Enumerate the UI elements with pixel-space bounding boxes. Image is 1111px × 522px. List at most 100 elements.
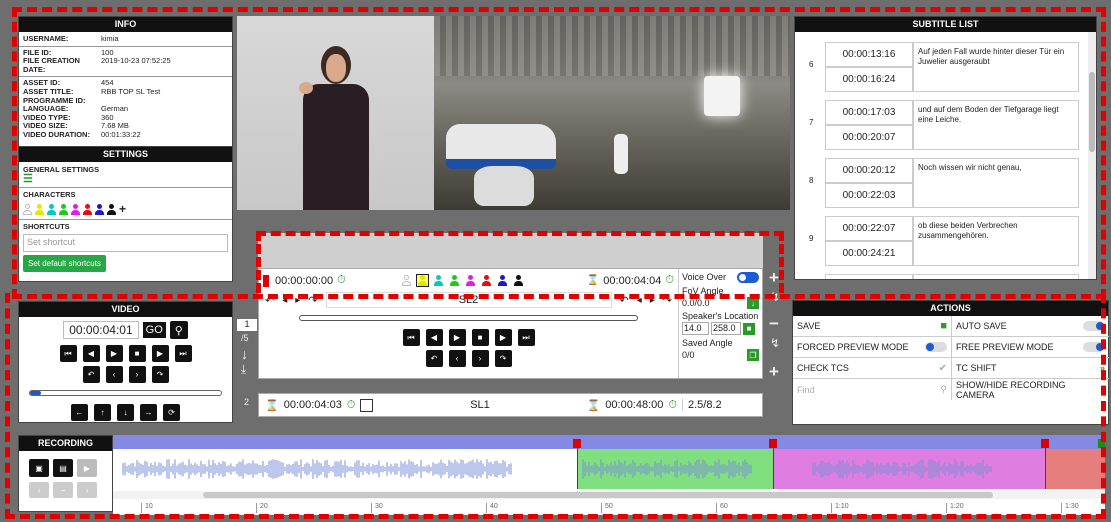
editor-character-option[interactable] — [400, 274, 413, 287]
subtitle-item[interactable]: 7 00:00:17:03 00:00:20:07 und auf dem Boden… — [795, 100, 1090, 152]
marker-2[interactable] — [769, 439, 777, 448]
voice-over-toggle[interactable] — [737, 272, 759, 283]
set-end-timer-icon[interactable]: ⏱ — [665, 274, 674, 287]
timeline[interactable]: 10 20 30 40 50 60 1:10 1:20 1:30 — [113, 435, 1105, 515]
editor-prev-icon[interactable]: ◀ — [425, 329, 443, 346]
character-icon[interactable] — [513, 275, 523, 286]
character-icon[interactable] — [497, 275, 507, 286]
marker-end[interactable] — [1098, 439, 1105, 448]
character-icon[interactable] — [401, 275, 411, 286]
editor-step-back2-icon[interactable]: ◂ — [637, 295, 642, 306]
editor-character-option[interactable] — [415, 274, 429, 287]
editor-character-option[interactable] — [496, 274, 509, 287]
video-time-input[interactable]: 00:00:04:01 — [63, 321, 139, 339]
find-input[interactable]: Find — [797, 385, 815, 395]
play-icon[interactable]: ▶ — [105, 345, 123, 362]
free-preview-toggle[interactable] — [1083, 342, 1105, 352]
subtitle-end[interactable]: 00:00:22:03 — [825, 183, 913, 208]
free-preview-row[interactable]: FREE PREVIEW MODE — [952, 337, 1109, 358]
arrow-right-icon[interactable]: → — [140, 404, 157, 421]
editor-step-back-icon[interactable]: ◂ — [282, 295, 287, 306]
set-start-timer-icon[interactable]: ⏱ — [337, 274, 346, 287]
character-icon[interactable] — [417, 275, 427, 286]
set-default-shortcuts-button[interactable]: Set default shortcuts — [23, 255, 106, 272]
copy-icon[interactable]: ❐ — [747, 349, 759, 361]
download-icon[interactable]: ↓ — [747, 297, 759, 309]
editor-slider[interactable] — [299, 315, 638, 321]
subtitle-item[interactable]: 6 00:00:13:16 00:00:16:24 Auf jeden Fall wu… — [795, 42, 1090, 94]
editor-frame-back-icon[interactable]: ‹ — [448, 350, 466, 367]
marker-1[interactable] — [573, 439, 581, 448]
forced-preview-row[interactable]: FORCED PREVIEW MODE — [793, 337, 952, 358]
speaker-y-input[interactable]: 258.0 — [711, 322, 741, 335]
stop-icon[interactable]: ■ — [128, 345, 146, 362]
subtitle-text[interactable]: und auf dem Boden der Tiefgarage liegt e… — [913, 100, 1079, 150]
end-time[interactable]: 00:00:04:04 — [603, 275, 661, 287]
subtitle-text[interactable]: Auf jeden Fall wurde hinter dieser Tür e… — [913, 42, 1079, 92]
arrow-down-icon[interactable]: ↓ — [117, 404, 134, 421]
subtitle-text[interactable]: ob diese beiden Verbrechen zusammengehör… — [913, 216, 1079, 266]
go-button[interactable]: GO — [142, 322, 166, 338]
subtitle-item[interactable]: 9 00:00:22:07 00:00:24:21 ob diese beiden V… — [795, 216, 1090, 268]
hamburger-icon[interactable]: ☰ — [23, 174, 228, 185]
subtitle-text[interactable] — [913, 274, 1079, 279]
shortcut-input[interactable]: Set shortcut — [23, 234, 228, 252]
auto-save-toggle-row[interactable]: AUTO SAVE — [952, 316, 1109, 337]
reset-icon[interactable]: ⟳ — [163, 404, 180, 421]
character-icon[interactable] — [465, 275, 475, 286]
subtitle-start[interactable]: 00:00:17:03 — [825, 100, 913, 125]
subtitle-end[interactable]: 00:00:20:07 — [825, 125, 913, 150]
character-icon[interactable] — [449, 275, 459, 286]
split-icon[interactable]: ↯ — [770, 290, 780, 304]
find-search-icon[interactable]: ⚲ — [940, 384, 947, 395]
subtitle-item[interactable]: 00:00:25:00 — [795, 274, 1090, 279]
editor-skip-start-icon[interactable]: ⏮ — [402, 329, 420, 346]
record-minus-icon[interactable]: − — [53, 482, 73, 498]
subtitle-start[interactable]: 00:00:22:07 — [825, 216, 913, 241]
auto-save-toggle[interactable] — [1083, 321, 1105, 331]
subtitle-text-field[interactable]: SL2 — [325, 292, 612, 308]
skip-end-icon[interactable]: ⏭ — [174, 345, 192, 362]
editor-character-option[interactable] — [512, 274, 525, 287]
forced-preview-toggle[interactable] — [925, 342, 947, 352]
editor-character-option[interactable] — [448, 274, 461, 287]
subtitle-end[interactable]: 00:00:16:24 — [825, 67, 913, 92]
editor-undo-icon[interactable]: ↶ — [265, 294, 274, 307]
marker-3[interactable] — [1041, 439, 1049, 448]
character-icon[interactable] — [83, 203, 92, 215]
editor-step-fwd-icon[interactable]: ▸ — [295, 295, 300, 306]
character-icon[interactable] — [95, 203, 104, 215]
editor-play-icon[interactable]: ▶ — [448, 329, 466, 346]
start-time[interactable]: 00:00:00:00 — [263, 274, 333, 287]
character-icon[interactable] — [35, 203, 44, 215]
show-hide-camera-button[interactable]: SHOW/HIDE RECORDING CAMERA — [952, 379, 1109, 400]
character-icon[interactable] — [481, 275, 491, 286]
redo-icon[interactable]: ↷ — [151, 366, 169, 383]
subtitle-item[interactable]: 8 00:00:20:12 00:00:22:03 Noch wissen wir n… — [795, 158, 1090, 210]
add-character-icon[interactable]: + — [119, 202, 126, 216]
subtitle-scrollbar[interactable] — [1088, 32, 1096, 279]
subtitle-start[interactable]: 00:00:25:00 — [825, 274, 913, 279]
save-button[interactable]: SAVE ■ — [793, 316, 952, 337]
editor-step-fwd2-icon[interactable]: ▸ — [650, 295, 655, 306]
editor-character-option[interactable] — [464, 274, 477, 287]
save-location-icon[interactable]: ■ — [743, 322, 755, 335]
row2-checkbox[interactable] — [360, 398, 374, 412]
timeline-scrollbar[interactable] — [113, 491, 1105, 499]
editor-skip-end-icon[interactable]: ⏭ — [517, 329, 535, 346]
subtitle-end[interactable]: 00:00:24:21 — [825, 241, 913, 266]
merge-icon[interactable]: ↯ — [770, 336, 780, 350]
arrow-left-icon[interactable]: ← — [71, 404, 88, 421]
add-top-icon[interactable]: + — [769, 268, 779, 288]
editor-redo-icon[interactable]: ↷ — [308, 294, 317, 307]
subtitle-start[interactable]: 00:00:20:12 — [825, 158, 913, 183]
video-progress-slider[interactable] — [29, 390, 222, 396]
editor-frame-fwd-icon[interactable]: › — [471, 350, 489, 367]
character-icon[interactable] — [433, 275, 443, 286]
subtitle-row-2[interactable]: ⌛ 00:00:04:03 ⏱ SL1 ⌛ 00:00:48:00 ⏱ 2.5/… — [258, 393, 763, 417]
remove-icon[interactable]: − — [769, 314, 779, 334]
character-icon[interactable] — [71, 203, 80, 215]
editor-stop-icon[interactable]: ■ — [471, 329, 489, 346]
character-icon[interactable] — [47, 203, 56, 215]
character-icon[interactable] — [23, 203, 32, 215]
